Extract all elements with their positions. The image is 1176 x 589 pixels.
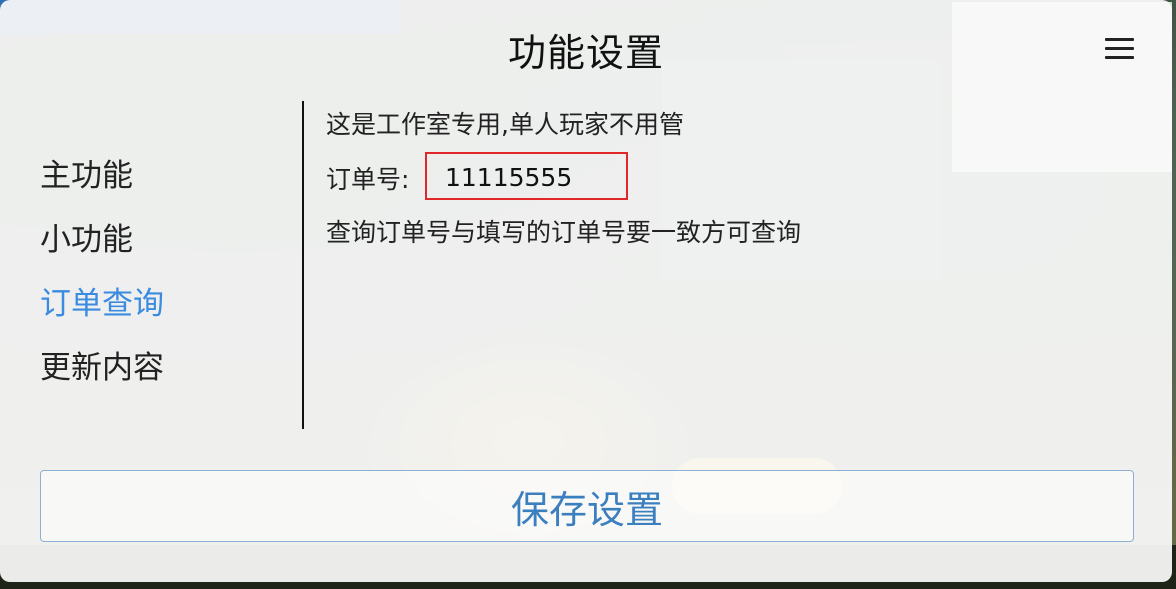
hamburger-menu-icon[interactable] (1102, 34, 1138, 64)
menu-bar (1105, 47, 1134, 50)
sidebar-item-main-features[interactable]: 主功能 (40, 150, 133, 195)
sidebar-item-update-notes[interactable]: 更新内容 (40, 342, 164, 387)
menu-bar (1105, 56, 1134, 59)
dialog-title: 功能设置 (507, 31, 664, 75)
order-number-input[interactable] (445, 160, 615, 194)
vertical-divider (302, 101, 304, 429)
order-number-label: 订单号: (326, 165, 410, 194)
sidebar-item-minor-features[interactable]: 小功能 (40, 214, 133, 259)
screen: 功能设置 主功能 小功能 订单查询 更新内容 这是工作室专用,单人玩家不用管 订… (0, 0, 1176, 589)
order-number-highlight (425, 152, 628, 200)
order-query-hint: 查询订单号与填写的订单号要一致方可查询 (326, 218, 802, 247)
settings-dialog: 功能设置 主功能 小功能 订单查询 更新内容 这是工作室专用,单人玩家不用管 订… (0, 0, 1172, 582)
studio-notice: 这是工作室专用,单人玩家不用管 (326, 110, 684, 139)
menu-bar (1105, 38, 1134, 41)
save-settings-button[interactable]: 保存设置 (40, 470, 1134, 542)
sidebar-item-order-query[interactable]: 订单查询 (40, 278, 164, 323)
